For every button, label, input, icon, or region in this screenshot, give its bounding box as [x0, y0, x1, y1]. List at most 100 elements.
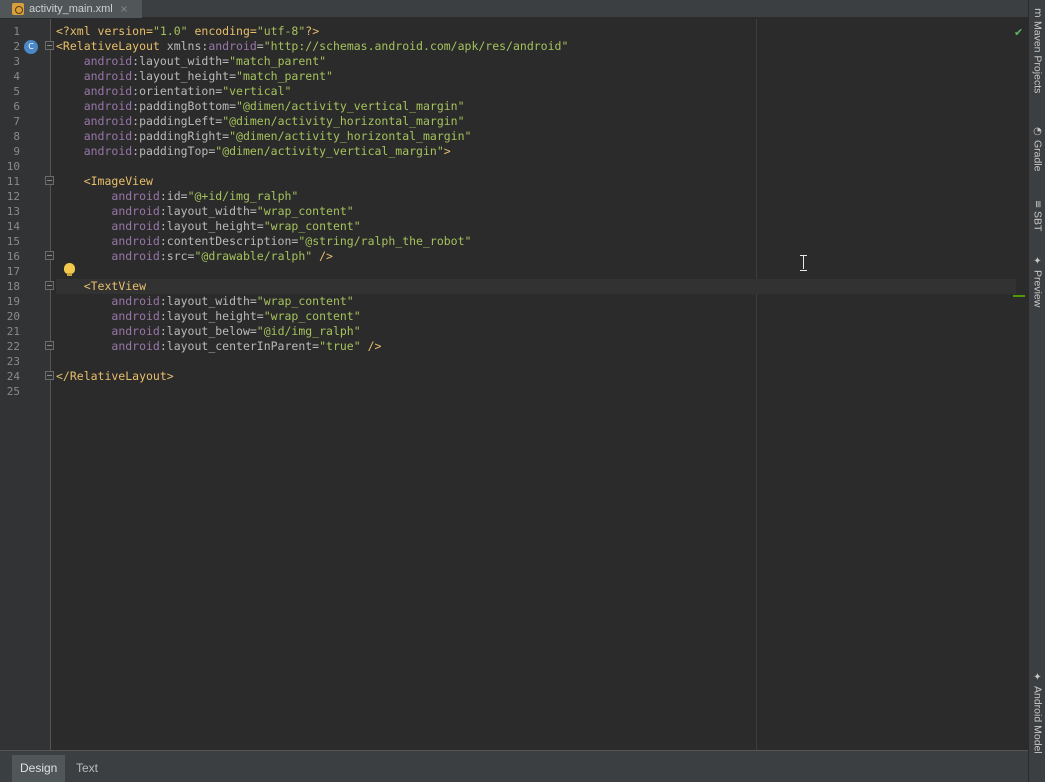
fold-icon[interactable] [45, 371, 54, 380]
code-token: :src= [159, 249, 195, 263]
code-token: </RelativeLayout> [56, 369, 174, 383]
code-token: "@id/img_ralph" [256, 324, 361, 338]
code-token: :layout_width= [159, 204, 257, 218]
code-line[interactable] [56, 264, 1016, 279]
line-number: 19 [6, 295, 20, 308]
code-token: android [83, 54, 133, 68]
scrollbar-marker[interactable] [1013, 295, 1025, 297]
code-token: :paddingRight= [132, 129, 230, 143]
code-token: android [83, 114, 133, 128]
code-line[interactable]: android:layout_width="wrap_content" [56, 204, 1016, 219]
code-line[interactable]: android:contentDescription="@string/ralp… [56, 234, 1016, 249]
code-token: "@dimen/activity_horizontal_margin" [222, 114, 465, 128]
code-token: :layout_height= [159, 309, 264, 323]
code-area[interactable]: <?xml version="1.0" encoding="utf-8"?> <R… [56, 24, 1016, 399]
code-token: android [111, 339, 160, 353]
fold-icon[interactable] [45, 251, 54, 260]
fold-icon[interactable] [45, 41, 54, 50]
tool-window-maven-projects[interactable]: m Maven Projects [1029, 8, 1045, 93]
code-line[interactable]: android:src="@drawable/ralph" /> [56, 249, 1016, 264]
code-line[interactable]: android:paddingBottom="@dimen/activity_v… [56, 99, 1016, 114]
line-gutter[interactable]: 1 2 3 4 5 6 7 8 9 10 11 12 13 14 15 16 17 18 19 20 21 22 23 24 2… [0, 19, 54, 750]
code-token: :layout_height= [132, 69, 237, 83]
tool-window-label: Android Model [1031, 686, 1044, 754]
line-number: 4 [13, 70, 20, 83]
line-number: 10 [6, 160, 20, 173]
code-token: :orientation= [132, 84, 223, 98]
code-token: "http://schemas.android.com/apk/res/andr… [263, 39, 569, 53]
code-line[interactable]: <ImageView [56, 174, 1016, 189]
tab-activity-main-xml[interactable]: activity_main.xml × [0, 0, 142, 18]
tool-window-label: Maven Projects [1031, 20, 1044, 94]
code-token: "wrap_content" [263, 219, 361, 233]
code-line[interactable]: android:layout_height="wrap_content" [56, 219, 1016, 234]
line-number: 18 [6, 280, 20, 293]
code-line[interactable]: <?xml version="1.0" encoding="utf-8"?> [56, 24, 1016, 39]
code-line[interactable]: android:layout_width="wrap_content" [56, 294, 1016, 309]
code-token: :layout_width= [159, 294, 257, 308]
code-line[interactable]: android:id="@+id/img_ralph" [56, 189, 1016, 204]
code-token: "wrap_content" [256, 294, 354, 308]
code-line[interactable] [56, 159, 1016, 174]
code-line[interactable]: android:layout_below="@id/img_ralph" [56, 324, 1016, 339]
code-line[interactable] [56, 384, 1016, 399]
fold-icon[interactable] [45, 176, 54, 185]
code-editor[interactable]: 1 2 3 4 5 6 7 8 9 10 11 12 13 14 15 16 17 18 19 20 21 22 23 24 2… [0, 19, 1028, 750]
code-line[interactable]: <RelativeLayout xmlns:android="http://sc… [56, 39, 1016, 54]
tool-window-label: SBT [1031, 211, 1044, 232]
sbt-icon: ≡ [1032, 200, 1043, 209]
line-numbers: 1 2 3 4 5 6 7 8 9 10 11 12 13 14 15 16 17 18 19 20 21 22 23 24 2… [0, 24, 20, 399]
code-token: > [443, 144, 451, 158]
tool-window-preview[interactable]: ✦ Preview [1029, 256, 1045, 307]
right-tool-strip: m Maven Projects ◔ Gradle ≡ SBT ✦ Preview ✦ Andro… [1028, 0, 1045, 782]
code-token: android [111, 309, 160, 323]
code-token: encoding= [187, 24, 257, 38]
code-token: :layout_width= [132, 54, 230, 68]
line-number: 20 [6, 310, 20, 323]
line-number: 12 [6, 190, 20, 203]
lightbulb-icon[interactable] [64, 263, 75, 276]
tool-window-android-model[interactable]: ✦ Android Model [1029, 672, 1045, 754]
line-number: 22 [6, 340, 20, 353]
tool-window-sbt[interactable]: ≡ SBT [1029, 200, 1045, 232]
android-icon: ✦ [1032, 256, 1043, 267]
fold-icon[interactable] [45, 281, 54, 290]
code-line[interactable]: android:layout_centerInParent="true" /> [56, 339, 1016, 354]
close-icon[interactable]: × [120, 4, 128, 15]
code-line[interactable]: <TextView [56, 279, 1016, 294]
code-line[interactable]: android:orientation="vertical" [56, 84, 1016, 99]
code-token: "match_parent" [236, 69, 333, 83]
code-token: /> [312, 249, 333, 263]
fold-icon[interactable] [45, 341, 54, 350]
code-token: "true" [319, 339, 361, 353]
code-line[interactable]: android:paddingTop="@dimen/activity_vert… [56, 144, 1016, 159]
code-line[interactable]: android:paddingLeft="@dimen/activity_hor… [56, 114, 1016, 129]
code-token: android [83, 84, 133, 98]
code-token: :id= [159, 189, 188, 203]
code-token: :layout_height= [159, 219, 264, 233]
code-line[interactable]: android:layout_height="match_parent" [56, 69, 1016, 84]
code-token: <ImageView [83, 174, 153, 188]
code-line[interactable]: android:paddingRight="@dimen/activity_ho… [56, 129, 1016, 144]
code-line[interactable] [56, 354, 1016, 369]
code-token: <TextView [83, 279, 147, 293]
tab-design[interactable]: Design [12, 755, 66, 782]
code-line[interactable]: android:layout_width="match_parent" [56, 54, 1016, 69]
code-token: android [111, 234, 160, 248]
code-token: android [83, 144, 133, 158]
code-token: "1.0" [152, 24, 188, 38]
code-line[interactable]: android:layout_height="wrap_content" [56, 309, 1016, 324]
code-line[interactable]: </RelativeLayout> [56, 369, 1016, 384]
class-marker-icon[interactable]: C [24, 40, 38, 54]
code-token: "@+id/img_ralph" [187, 189, 299, 203]
tool-window-gradle[interactable]: ◔ Gradle [1029, 126, 1045, 172]
code-token: "match_parent" [229, 54, 327, 68]
tab-text[interactable]: Text [68, 755, 106, 782]
tool-window-label: Preview [1031, 270, 1044, 308]
